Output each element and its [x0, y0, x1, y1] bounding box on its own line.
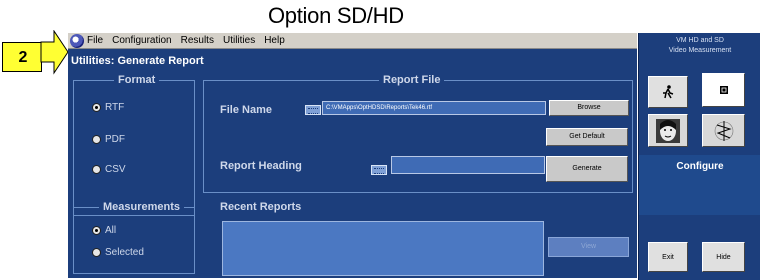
measurements-option-label: Selected: [105, 247, 144, 258]
report-heading-label: Report Heading: [220, 160, 302, 172]
menu-utilities[interactable]: Utilities: [223, 35, 255, 46]
get-default-button[interactable]: Get Default: [546, 128, 628, 146]
hide-button[interactable]: Hide: [702, 242, 745, 272]
page-caption: Option SD/HD: [268, 3, 404, 28]
format-option-label: CSV: [105, 164, 126, 175]
app-logo-icon: [70, 33, 84, 48]
menu-file[interactable]: File: [87, 35, 103, 46]
panel-header-line2: Video Measurement: [668, 47, 732, 54]
face-image-icon: [656, 118, 680, 143]
format-option-label: RTF: [105, 102, 125, 113]
menu-bar: File Configuration Results Utilities Hel…: [68, 33, 637, 49]
format-option-pdf[interactable]: PDF: [92, 134, 125, 145]
control-panel: VM HD and SD Video Measurement Configure…: [638, 33, 760, 280]
app-window: File Configuration Results Utilities Hel…: [68, 33, 637, 278]
measurements-group-title: Measurements: [99, 201, 185, 213]
format-group-title: Format: [114, 74, 160, 86]
measurements-option-label: All: [105, 225, 117, 236]
radio-unselected-icon[interactable]: [92, 135, 101, 144]
page-title: Utilities: Generate Report: [71, 55, 204, 67]
panel-header: VM HD and SD Video Measurement: [639, 33, 760, 60]
measurements-option-all[interactable]: All: [92, 225, 116, 236]
file-name-field[interactable]: C:\VMApps\OptHDSD\Reports\Tek46.rtf: [322, 101, 546, 115]
stop-button[interactable]: [702, 73, 745, 107]
configure-label: Configure: [676, 161, 724, 172]
hide-label: Hide: [716, 253, 731, 261]
radio-unselected-icon[interactable]: [92, 165, 101, 174]
view-button[interactable]: View: [548, 237, 629, 257]
format-option-rtf[interactable]: RTF: [92, 102, 124, 113]
face-view-button[interactable]: [648, 114, 688, 147]
file-name-label: File Name: [220, 104, 272, 116]
configure-panel: Configure: [639, 155, 760, 215]
recent-reports-list[interactable]: [222, 221, 544, 276]
menu-results[interactable]: Results: [181, 35, 214, 46]
callout-arrow-icon: [40, 30, 69, 75]
radio-selected-icon[interactable]: [92, 103, 101, 112]
running-man-icon: [663, 85, 674, 99]
vector-view-button[interactable]: [702, 114, 745, 147]
report-file-group-title: Report File: [379, 74, 445, 86]
menu-help[interactable]: Help: [264, 35, 285, 46]
exit-label: Exit: [662, 253, 674, 261]
keyboard-icon[interactable]: [371, 165, 387, 175]
vector-graph-icon: [714, 120, 733, 141]
measurements-option-selected[interactable]: Selected: [92, 247, 144, 258]
recent-reports-label: Recent Reports: [220, 201, 302, 213]
generate-button[interactable]: Generate: [546, 156, 628, 182]
radio-selected-icon[interactable]: [92, 226, 101, 235]
radio-unselected-icon[interactable]: [92, 248, 101, 257]
report-heading-field[interactable]: [391, 156, 545, 174]
keyboard-icon[interactable]: [305, 105, 321, 115]
stop-square-icon: [719, 86, 728, 94]
format-option-label: PDF: [105, 134, 125, 145]
browse-button[interactable]: Browse: [549, 100, 629, 116]
run-button[interactable]: [648, 76, 688, 108]
menu-configuration[interactable]: Configuration: [112, 35, 171, 46]
format-group: Format RTF PDF CSV: [73, 74, 195, 216]
step-number: 2: [18, 49, 28, 66]
format-option-csv[interactable]: CSV: [92, 164, 126, 175]
panel-header-line1: VM HD and SD: [676, 37, 724, 44]
step-callout: 2: [2, 42, 42, 72]
measurements-group: Measurements All Selected: [73, 201, 195, 274]
exit-button[interactable]: Exit: [648, 242, 688, 272]
